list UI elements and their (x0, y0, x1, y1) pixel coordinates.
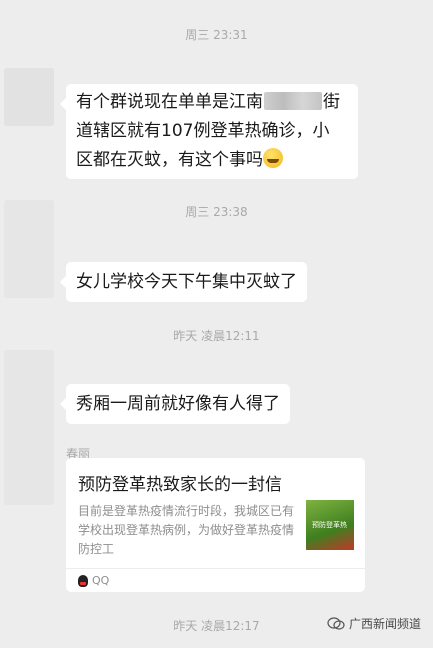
avatar[interactable] (4, 350, 54, 505)
message-bubble[interactable]: 女儿学校今天下午集中灭蚊了 (60, 262, 307, 302)
message-bubble[interactable]: 有个群说现在单单是江南街 道辖区就有107例登革热确诊，小 区都在灭蚊，有这个事… (60, 84, 358, 179)
card-description: 目前是登革热疫情流行时段，我城区已有学校出现登革热病例，为做好登革热疫情防控工 (78, 504, 295, 556)
avatar[interactable] (4, 68, 54, 126)
message-text: 女儿学校今天下午集中灭蚊了 (76, 272, 297, 292)
redacted-mask (264, 92, 322, 110)
thumbnail-text: 预防登革热 (312, 521, 347, 529)
card-source: QQ (78, 574, 109, 587)
shared-link-card[interactable]: 预防登革热致家长的一封信 目前是登革热疫情流行时段，我城区已有学校出现登革热病例… (66, 458, 365, 592)
message-line: 区都在灭蚊，有这个事吗 (76, 146, 348, 175)
divider (66, 568, 365, 569)
message-line: 道辖区就有107例登革热确诊，小 (76, 121, 330, 141)
card-title: 预防登革热致家长的一封信 (78, 475, 282, 495)
card-thumbnail: 预防登革热 (306, 500, 354, 550)
qq-icon (78, 574, 88, 587)
laughing-emoji-icon (263, 148, 283, 168)
watermark-text: 广西新闻频道 (348, 617, 421, 631)
timestamp: 周三 23:31 (185, 28, 248, 42)
message-text: 秀厢一周前就好像有人得了 (76, 394, 280, 414)
chat-bubble-icon (327, 616, 345, 630)
source-label: QQ (92, 574, 110, 587)
timestamp: 昨天 凌晨12:11 (173, 329, 260, 343)
timestamp: 周三 23:38 (185, 205, 248, 219)
channel-watermark: 广西新闻频道 (327, 615, 421, 632)
message-bubble[interactable]: 秀厢一周前就好像有人得了 (60, 384, 290, 424)
message-line: 有个群说现在单单是江南街 (76, 92, 340, 112)
